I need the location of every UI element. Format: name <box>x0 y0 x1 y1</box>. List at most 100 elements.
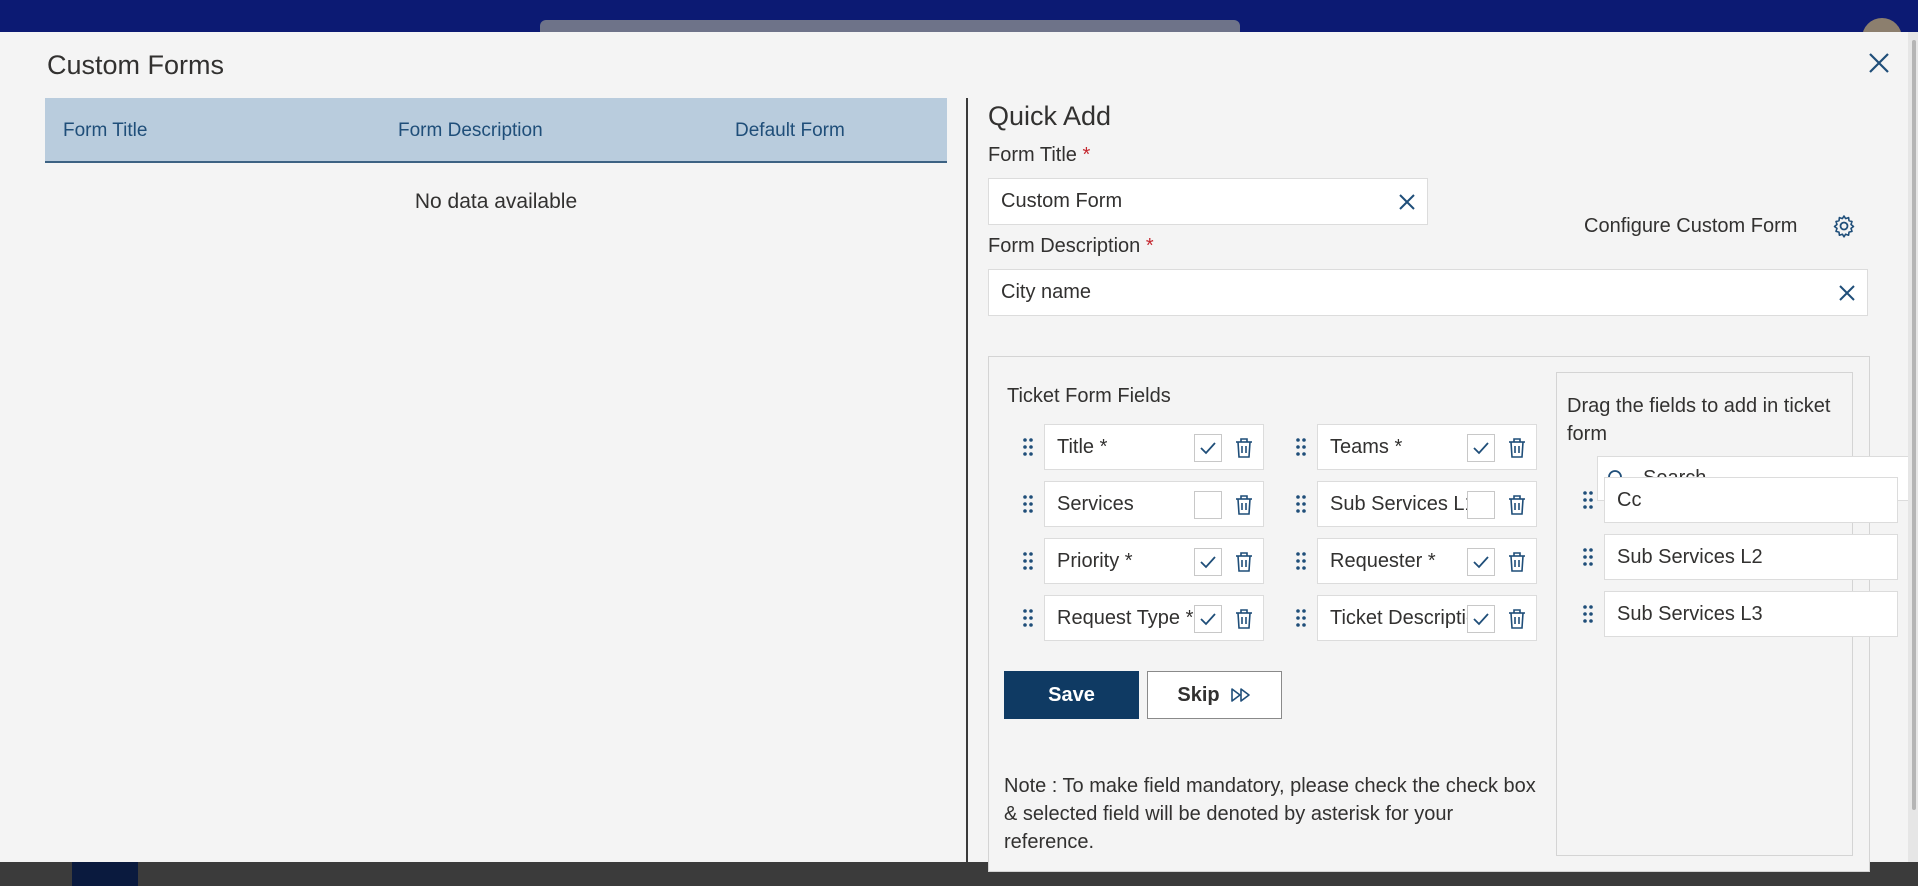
field-label: Sub Services L1 <box>1330 492 1468 515</box>
close-icon <box>1869 53 1889 73</box>
drag-handle-icon <box>1296 438 1306 456</box>
field-box: Ticket Description * <box>1317 595 1537 641</box>
required-mark: * <box>1145 235 1154 257</box>
required-mark: * <box>1082 144 1091 166</box>
mandatory-checkbox[interactable] <box>1194 548 1222 576</box>
drag-handle[interactable] <box>1291 595 1311 641</box>
drag-handle-icon <box>1023 552 1033 570</box>
delete-field-button[interactable] <box>1502 604 1532 634</box>
form-description-label: Form Description * <box>988 235 1154 258</box>
column-header-default-form[interactable]: Default Form <box>735 120 845 142</box>
ticket-form-fields-title: Ticket Form Fields <box>1007 385 1171 407</box>
drag-handle[interactable] <box>1018 424 1038 470</box>
field-row[interactable]: Ticket Description * <box>1291 595 1537 641</box>
trash-icon <box>1236 552 1252 572</box>
field-row[interactable]: Services <box>1018 481 1264 527</box>
form-description-label-text: Form Description <box>988 235 1141 257</box>
close-button[interactable] <box>1864 48 1894 78</box>
save-button[interactable]: Save <box>1004 671 1139 719</box>
field-row[interactable]: Title * <box>1018 424 1264 470</box>
list-item[interactable]: Cc <box>1578 477 1898 523</box>
mandatory-checkbox[interactable] <box>1194 491 1222 519</box>
trash-icon <box>1236 438 1252 458</box>
delete-field-button[interactable] <box>1502 547 1532 577</box>
mandatory-checkbox[interactable] <box>1194 605 1222 633</box>
drag-handle[interactable] <box>1578 534 1598 580</box>
form-title-label-text: Form Title <box>988 144 1077 166</box>
field-label: Services <box>1057 492 1134 515</box>
delete-field-button[interactable] <box>1502 433 1532 463</box>
trash-icon <box>1509 609 1525 629</box>
panel-divider <box>966 98 968 862</box>
field-box: Services <box>1044 481 1264 527</box>
form-description-clear-button[interactable] <box>1827 270 1867 315</box>
delete-field-button[interactable] <box>1229 547 1259 577</box>
field-label: Title * <box>1057 435 1108 458</box>
field-row[interactable]: Sub Services L1 <box>1291 481 1537 527</box>
column-header-form-description[interactable]: Form Description <box>398 120 543 142</box>
field-label: Teams * <box>1330 435 1403 458</box>
trash-icon <box>1236 609 1252 629</box>
field-box: Requester * <box>1317 538 1537 584</box>
scrollbar-thumb[interactable] <box>1912 40 1916 810</box>
available-field-label: Sub Services L2 <box>1604 534 1898 580</box>
field-row[interactable]: Priority * <box>1018 538 1264 584</box>
field-row[interactable]: Requester * <box>1291 538 1537 584</box>
mandatory-checkbox[interactable] <box>1467 491 1495 519</box>
drag-handle[interactable] <box>1018 538 1038 584</box>
form-description-input[interactable] <box>989 270 1827 315</box>
configure-custom-form-link[interactable]: Configure Custom Form <box>1584 215 1797 238</box>
delete-field-button[interactable] <box>1229 433 1259 463</box>
field-row[interactable]: Teams * <box>1291 424 1537 470</box>
drag-handle[interactable] <box>1291 424 1311 470</box>
delete-field-button[interactable] <box>1229 490 1259 520</box>
table-empty-message: No data available <box>414 190 578 213</box>
list-item[interactable]: Sub Services L3 <box>1578 591 1898 637</box>
available-fields-title: Drag the fields to add in ticket form <box>1567 395 1831 445</box>
dialog-title: Custom Forms <box>47 50 225 80</box>
trash-icon <box>1509 552 1525 572</box>
drag-handle-icon <box>1296 495 1306 513</box>
delete-field-button[interactable] <box>1229 604 1259 634</box>
field-label: Priority * <box>1057 549 1133 572</box>
field-box: Request Type * <box>1044 595 1264 641</box>
forms-table-header: Form Title Form Description Default Form <box>45 98 947 163</box>
drag-handle[interactable] <box>1291 481 1311 527</box>
drag-handle[interactable] <box>1018 481 1038 527</box>
drag-handle-icon <box>1023 609 1033 627</box>
field-label: Requester * <box>1330 549 1436 572</box>
drag-handle-icon <box>1583 491 1593 509</box>
field-row[interactable]: Request Type * <box>1018 595 1264 641</box>
configure-settings-button[interactable] <box>1830 212 1858 240</box>
delete-field-button[interactable] <box>1502 490 1532 520</box>
close-icon <box>1399 193 1415 210</box>
list-item[interactable]: Sub Services L2 <box>1578 534 1898 580</box>
check-icon <box>1200 556 1216 569</box>
form-title-clear-button[interactable] <box>1387 179 1427 224</box>
drag-handle[interactable] <box>1578 477 1598 523</box>
form-description-field[interactable] <box>988 269 1868 316</box>
mandatory-checkbox[interactable] <box>1467 548 1495 576</box>
drag-handle[interactable] <box>1018 595 1038 641</box>
drag-handle-icon <box>1583 548 1593 566</box>
mandatory-checkbox[interactable] <box>1194 434 1222 462</box>
skip-button[interactable]: Skip <box>1147 671 1282 719</box>
column-header-form-title[interactable]: Form Title <box>63 120 147 142</box>
field-label: Ticket Description * <box>1330 606 1468 629</box>
mandatory-checkbox[interactable] <box>1467 605 1495 633</box>
check-icon <box>1200 613 1216 626</box>
mandatory-checkbox[interactable] <box>1467 434 1495 462</box>
field-box: Priority * <box>1044 538 1264 584</box>
drag-handle[interactable] <box>1578 591 1598 637</box>
check-icon <box>1473 556 1489 569</box>
form-title-field[interactable] <box>988 178 1428 225</box>
custom-forms-dialog: Custom Forms Form Title Form Description… <box>0 32 1909 872</box>
check-icon <box>1473 442 1489 455</box>
trash-icon <box>1236 495 1252 515</box>
drag-handle-icon <box>1023 438 1033 456</box>
fast-forward-icon <box>1230 688 1250 702</box>
form-title-input[interactable] <box>989 179 1387 224</box>
trash-icon <box>1509 438 1525 458</box>
drag-handle[interactable] <box>1291 538 1311 584</box>
field-box: Sub Services L1 <box>1317 481 1537 527</box>
